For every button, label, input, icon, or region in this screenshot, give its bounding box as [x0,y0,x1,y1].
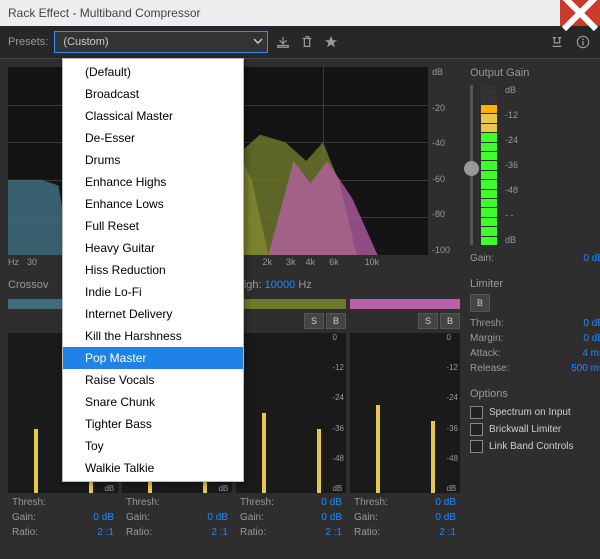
limiter-bypass-button[interactable]: B [470,294,490,312]
output-meter-scale: dB -12 -24 -36 -48 - - dB [505,85,518,245]
preset-option[interactable]: Pop Master [63,347,243,369]
preset-option[interactable]: Broadcast [63,83,243,105]
chevron-down-icon [253,36,263,49]
option-link-band-controls[interactable]: Link Band Controls [470,438,600,455]
preset-current: (Custom) [63,36,108,48]
close-button[interactable] [560,0,600,26]
options-panel: Options Spectrum on Input Brickwall Limi… [470,384,600,455]
preset-option[interactable]: Tighter Bass [63,413,243,435]
band-4-gain[interactable]: 0 dB [435,512,456,523]
output-gain-slider[interactable] [470,85,473,245]
preset-option[interactable]: Indie Lo-Fi [63,281,243,303]
checkbox-icon [470,423,483,436]
band-3-bypass-button[interactable]: B [326,313,346,329]
limiter-attack[interactable]: 4 ms [582,348,600,359]
preset-option[interactable]: Hiss Reduction [63,259,243,281]
band-4-ratio[interactable]: 2 :1 [439,527,456,538]
toolbar: Presets: (Custom) [0,26,600,59]
band-3-ratio[interactable]: 2 :1 [325,527,342,538]
save-preset-button[interactable] [274,33,292,51]
presets-label: Presets: [8,36,48,48]
band-4-solo-button[interactable]: S [418,313,438,329]
limiter-title: Limiter [470,278,600,290]
checkbox-icon [470,406,483,419]
preset-dropdown[interactable]: (Default)BroadcastClassical MasterDe-Ess… [62,58,244,482]
band-3-gain[interactable]: 0 dB [321,512,342,523]
option-brickwall-limiter[interactable]: Brickwall Limiter [470,421,600,438]
favorite-button[interactable] [322,33,340,51]
output-gain-title: Output Gain [470,67,600,79]
route-icon-button[interactable] [548,33,566,51]
options-title: Options [470,388,600,400]
preset-option[interactable]: Heavy Guitar [63,237,243,259]
limiter-panel: Limiter B Thresh:0 dB Margin:0 dB Attack… [470,274,600,376]
delete-preset-button[interactable] [298,33,316,51]
close-icon [560,0,600,33]
preset-option[interactable]: Snare Chunk [63,391,243,413]
preset-option[interactable]: (Default) [63,61,243,83]
band-1-gain[interactable]: 0 dB [93,512,114,523]
preset-option[interactable]: Raise Vocals [63,369,243,391]
band-2-gain[interactable]: 0 dB [207,512,228,523]
preset-option[interactable]: Drums [63,149,243,171]
preset-select[interactable]: (Custom) [54,31,268,53]
preset-option[interactable]: De-Esser [63,127,243,149]
checkbox-icon [470,440,483,453]
output-gain-value[interactable]: 0 dB [583,253,600,264]
band-2-ratio[interactable]: 2 :1 [211,527,228,538]
band-1-ratio[interactable]: 2 :1 [97,527,114,538]
preset-option[interactable]: Enhance Lows [63,193,243,215]
info-button[interactable] [574,33,592,51]
band-4-bypass-button[interactable]: B [440,313,460,329]
output-gain-panel: Output Gain dB -12 -24 -36 -48 [470,67,600,266]
preset-option[interactable]: Internet Delivery [63,303,243,325]
preset-option[interactable]: Toy [63,435,243,457]
option-spectrum-on-input[interactable]: Spectrum on Input [470,404,600,421]
band-4: S B 0-12-24-36-48dB Thresh:0 dB Gain:0 d… [350,299,460,538]
limiter-thresh[interactable]: 0 dB [583,318,600,329]
band-3: S B 0-12-24-36-48dB Thresh:0 dB Gain:0 d… [236,299,346,538]
window-title: Rack Effect - Multiband Compressor [8,6,201,20]
db-scale: dB -20 -40 -60 -80 -100 [428,67,460,255]
preset-option[interactable]: Kill the Harshness [63,325,243,347]
output-meter [481,85,497,245]
preset-option[interactable]: Full Reset [63,215,243,237]
limiter-release[interactable]: 500 ms [571,363,600,374]
band-3-thresh[interactable]: 0 dB [321,497,342,508]
preset-option[interactable]: Walkie Talkie [63,457,243,479]
preset-option[interactable]: Classical Master [63,105,243,127]
band-4-thresh[interactable]: 0 dB [435,497,456,508]
crossover-high-value[interactable]: 10000 [265,279,296,291]
limiter-margin[interactable]: 0 dB [583,333,600,344]
preset-option[interactable]: Enhance Highs [63,171,243,193]
band-3-solo-button[interactable]: S [304,313,324,329]
